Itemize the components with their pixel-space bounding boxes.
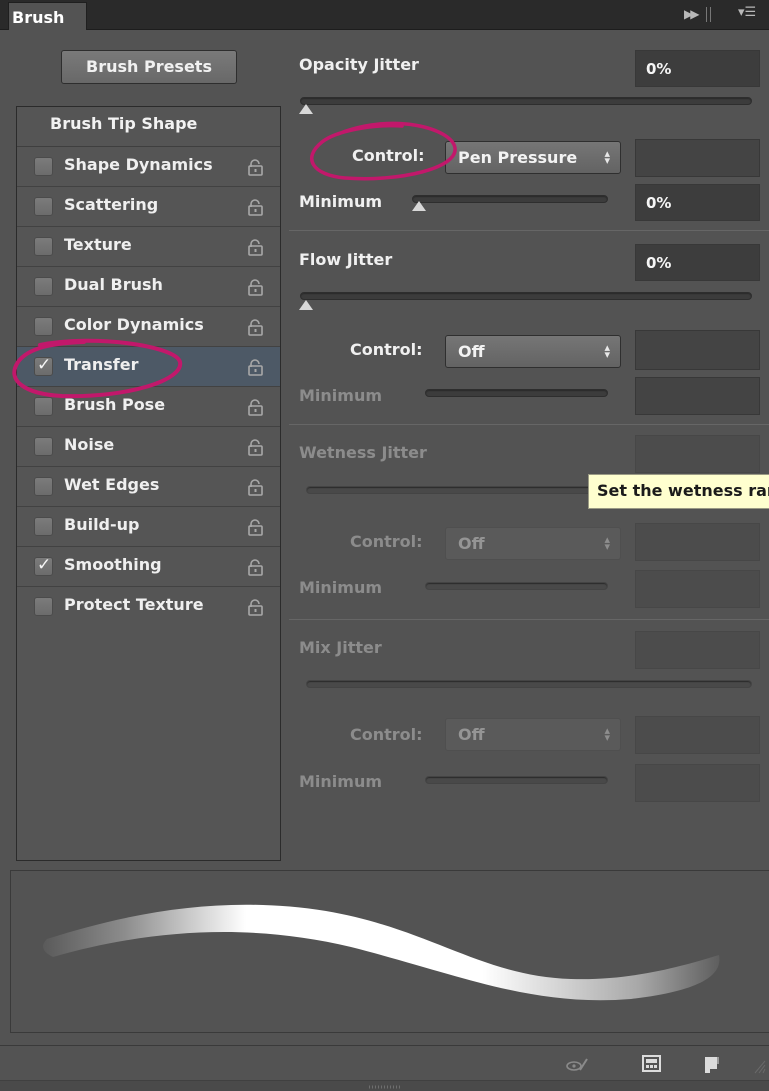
resize-handle-icon[interactable] — [368, 1084, 402, 1090]
transfer-highlight-circle — [12, 338, 183, 399]
open-preset-manager-icon[interactable] — [640, 1053, 664, 1075]
brush-stroke-shape — [43, 904, 720, 1001]
panel-bottom-strip — [0, 1080, 769, 1091]
brush-stroke-preview — [10, 870, 769, 1033]
control-highlight-circle — [310, 121, 457, 181]
toggle-live-tip-brush-preview-icon[interactable] — [565, 1053, 589, 1075]
bottom-toolbar — [0, 1045, 769, 1091]
resize-grip-icon[interactable] — [752, 1053, 766, 1075]
create-new-brush-icon[interactable] — [700, 1053, 724, 1075]
